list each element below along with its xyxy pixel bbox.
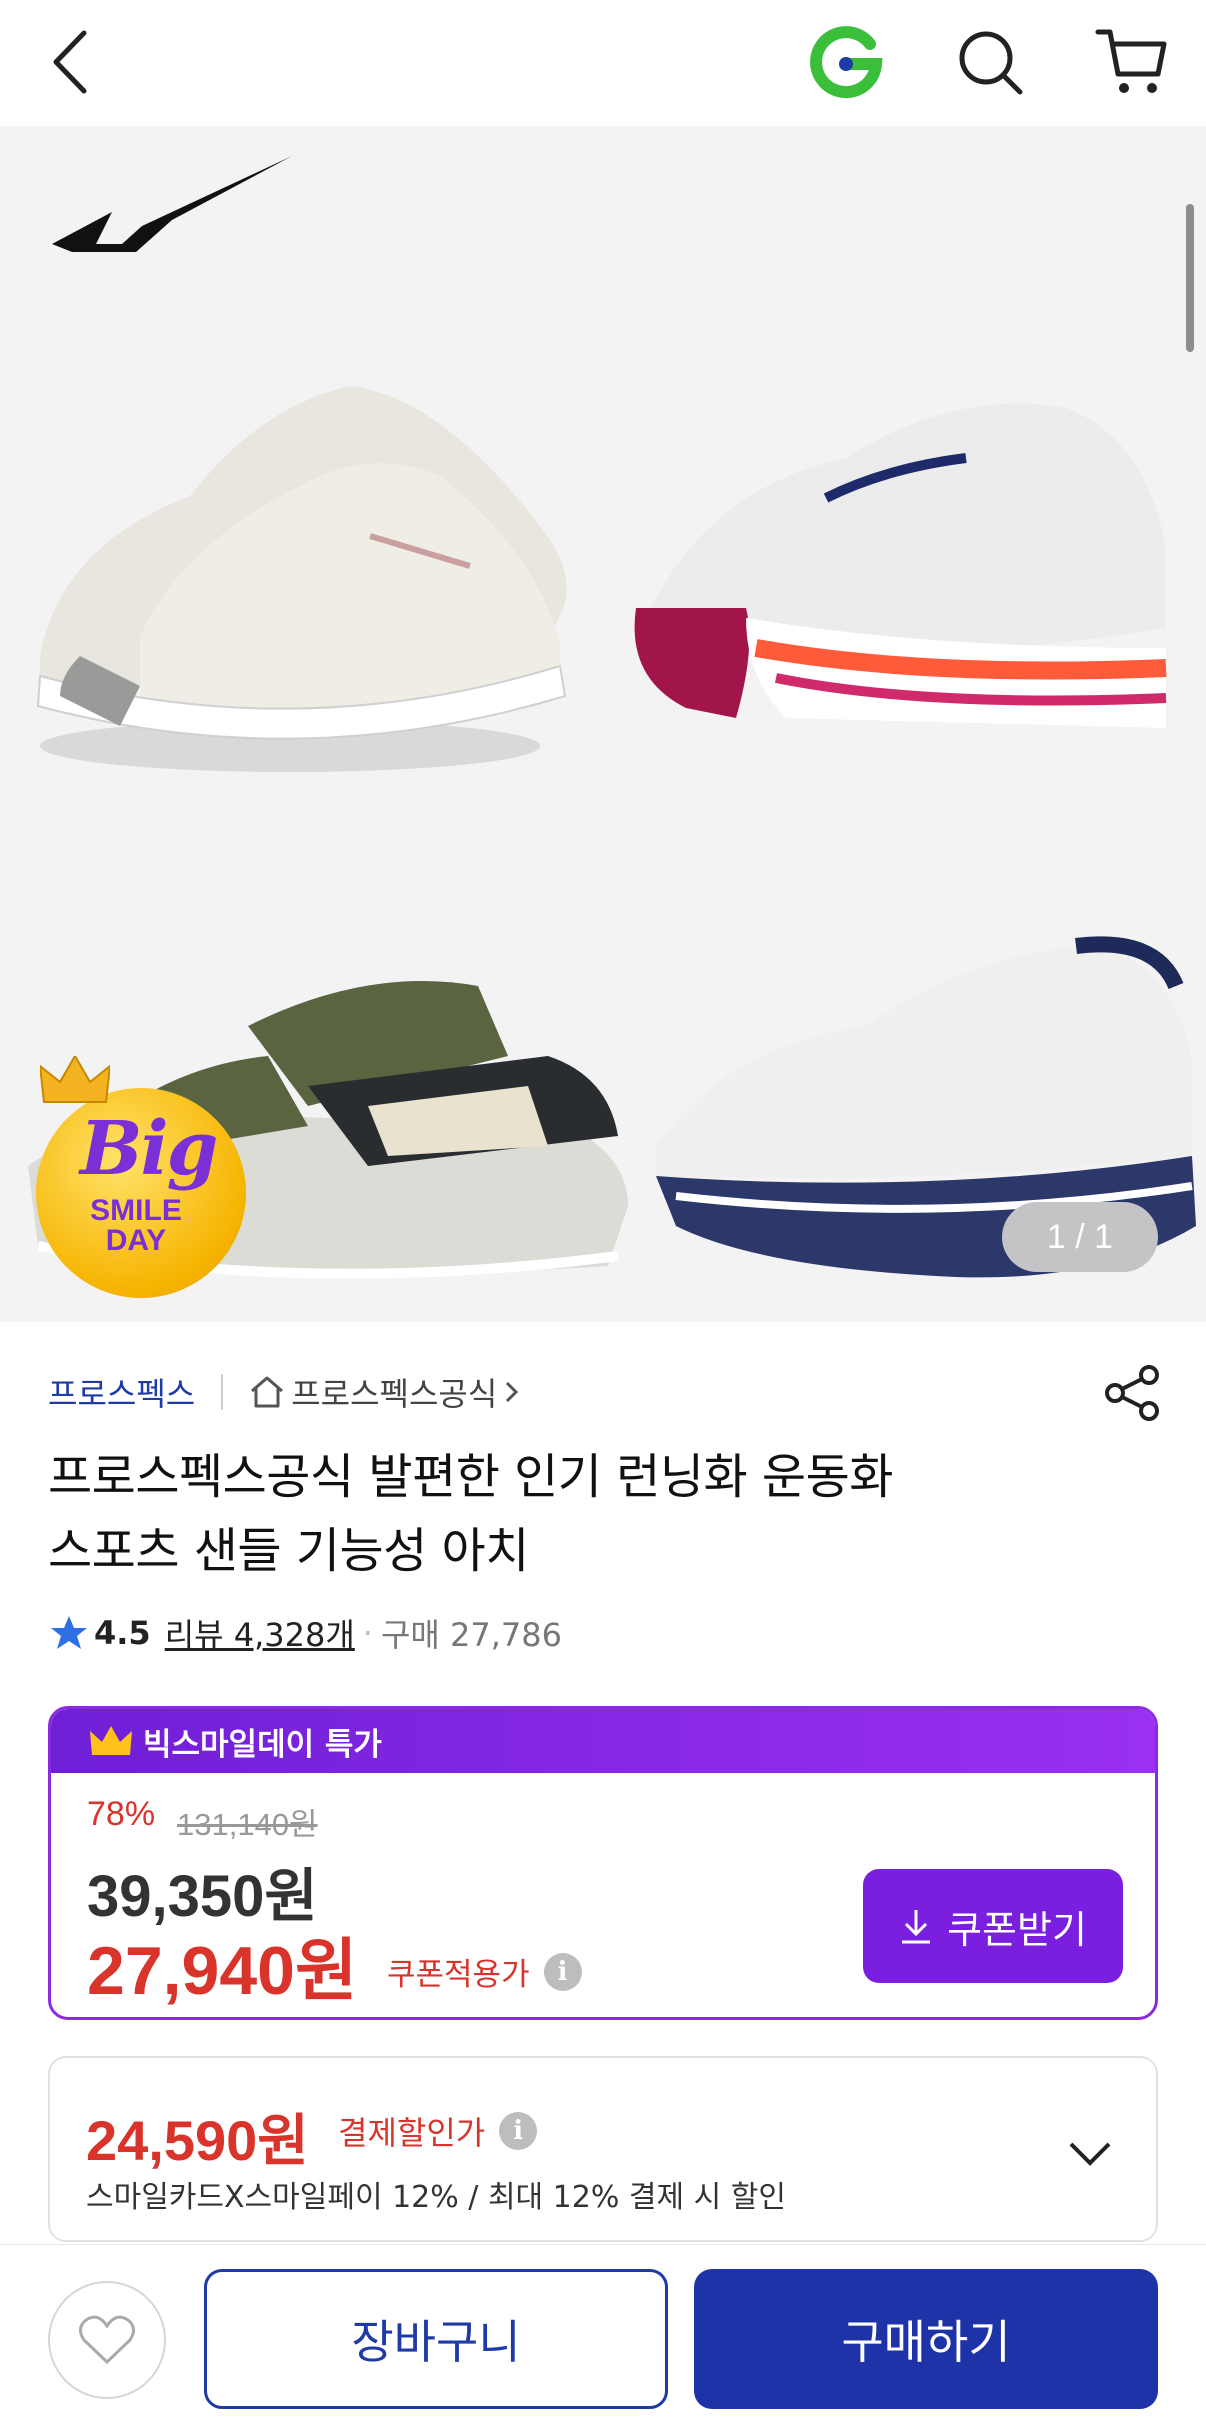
expand-button[interactable] [1060, 2124, 1120, 2184]
big-smile-day-badge: Big SMILE DAY [30, 1056, 246, 1298]
g-logo-button[interactable] [798, 14, 894, 110]
star-icon [51, 1616, 87, 1649]
crown-icon [40, 1056, 110, 1103]
badge-smile-text: SMILE [90, 1194, 182, 1227]
big-smile-deal-box: 빅스마일데이 특가 78% 131,140원 39,350원 27,940원 쿠… [48, 1706, 1158, 2020]
chevron-right-icon [506, 1381, 519, 1403]
add-to-cart-button[interactable]: 장바구니 [204, 2269, 668, 2409]
store-link[interactable]: 프로스펙스공식 [249, 1369, 523, 1415]
home-icon [251, 1376, 284, 1408]
deal-body: 78% 131,140원 39,350원 27,940원 쿠폰적용가 i 쿠폰받… [51, 1773, 1155, 2017]
rating-row: 4.5 리뷰 4,328개 · 구매 27,786 [50, 1608, 562, 1658]
coupon-price-note: 쿠폰적용가 i [387, 1949, 582, 1994]
brand-link[interactable]: 프로스펙스 [48, 1369, 195, 1415]
brand-logo [52, 156, 292, 252]
share-button[interactable] [1100, 1360, 1166, 1426]
discount-rate: 78% [87, 1795, 156, 1833]
product-image-racer-red [634, 403, 1167, 728]
get-coupon-button[interactable]: 쿠폰받기 [863, 1869, 1123, 1983]
bottom-action-bar: 장바구니 구매하기 [0, 2244, 1206, 2436]
product-image-runner-beige [36, 386, 567, 772]
download-icon [902, 1910, 931, 1944]
crown-icon [90, 1726, 132, 1755]
chevron-left-icon [53, 30, 87, 94]
badge-smile-day-text: SMILE DAY [66, 1196, 206, 1256]
separator-dot: · [362, 1614, 373, 1652]
rating-value: 4.5 [94, 1614, 151, 1652]
top-nav-bar [0, 0, 1206, 126]
get-coupon-label: 쿠폰받기 [947, 1907, 1087, 1952]
payment-discount-note: 결제할인가 i [338, 2108, 538, 2154]
deal-header-title: 빅스마일데이 특가 [143, 1726, 382, 1763]
search-button[interactable] [942, 14, 1038, 110]
chevron-down-icon [1069, 2142, 1111, 2166]
coupon-price-label: 쿠폰적용가 [387, 1957, 530, 1993]
buy-now-button[interactable]: 구매하기 [694, 2269, 1158, 2409]
badge-big-text: Big [80, 1106, 218, 1192]
cart-icon [1095, 29, 1167, 93]
image-pager: 1 / 1 [1002, 1202, 1158, 1272]
heart-icon [79, 2315, 135, 2365]
payment-discount-label: 결제할인가 [338, 2114, 486, 2152]
payment-discount-box[interactable]: 24,590원 결제할인가 i 스마일카드X스마일페이 12% / 최대 12%… [48, 2056, 1158, 2242]
g-logo-icon [810, 26, 883, 99]
deal-header: 빅스마일데이 특가 [51, 1709, 1155, 1773]
search-icon [959, 31, 1023, 95]
product-title: 프로스펙스공식 발편한 인기 런닝화 운동화 스포츠 샌들 기능성 아치 [48, 1440, 1148, 1588]
payment-discount-description: 스마일카드X스마일페이 12% / 최대 12% 결제 시 할인 [86, 2180, 786, 2215]
product-image-carousel[interactable]: Big SMILE DAY 1 / 1 [0, 126, 1206, 1322]
store-name: 프로스펙스공식 [291, 1375, 498, 1413]
back-button[interactable] [22, 14, 118, 110]
brand-row: 프로스펙스 프로스펙스공식 [48, 1366, 523, 1418]
scrollbar[interactable] [1186, 204, 1194, 352]
coupon-price: 27,940원 [87, 1933, 358, 2009]
info-icon[interactable]: i [499, 2112, 538, 2150]
product-title-line-2: 스포츠 샌들 기능성 아치 [48, 1523, 529, 1579]
original-price: 131,140원 [177, 1807, 318, 1842]
divider [221, 1374, 224, 1410]
review-count-link[interactable]: 리뷰 4,328개 [165, 1610, 355, 1656]
share-icon [1105, 1365, 1159, 1421]
product-title-line-1: 프로스펙스공식 발편한 인기 런닝화 운동화 [48, 1449, 893, 1505]
wishlist-button[interactable] [48, 2281, 166, 2399]
cart-button[interactable] [1084, 14, 1180, 110]
payment-discount-price: 24,590원 [86, 2109, 309, 2172]
purchase-count: 구매 27,786 [380, 1616, 562, 1654]
badge-day-text: DAY [105, 1224, 167, 1257]
info-icon[interactable]: i [543, 1952, 582, 1991]
